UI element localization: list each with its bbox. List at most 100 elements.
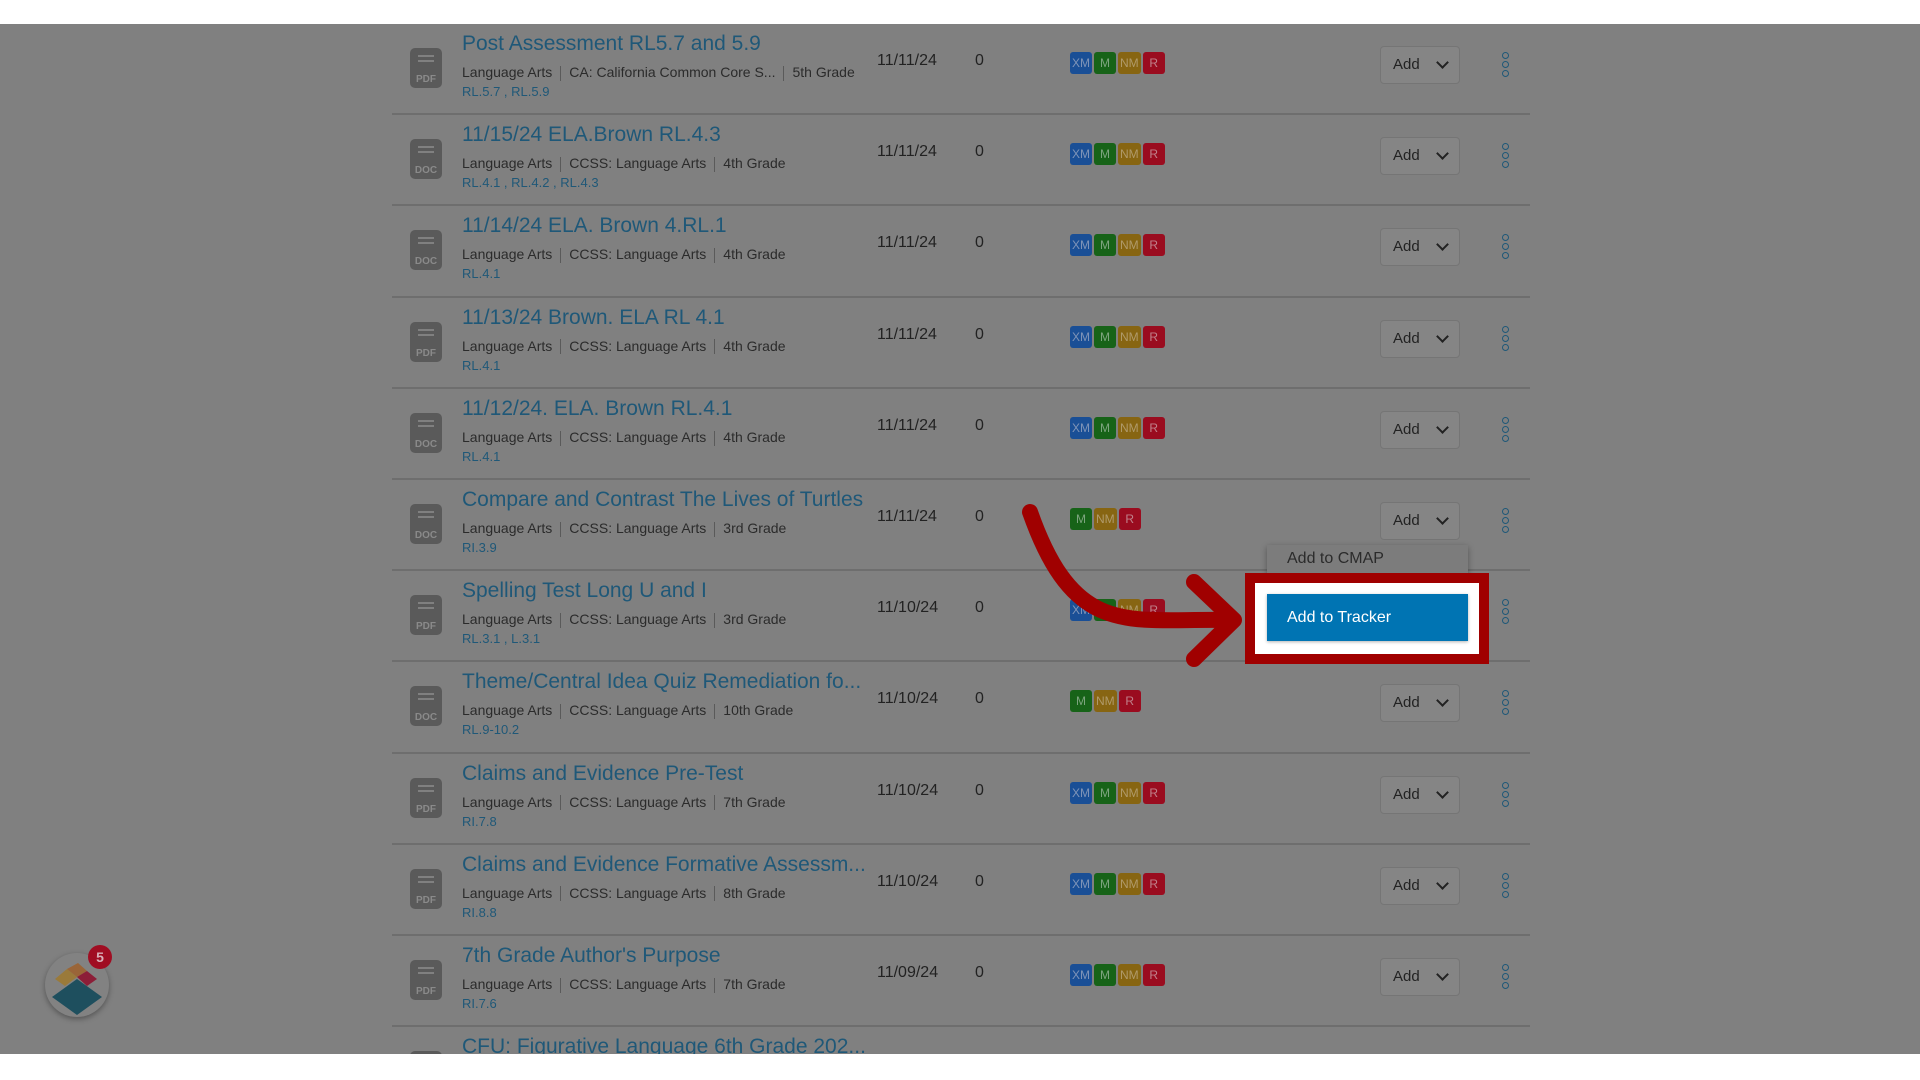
- table-row: PDF Claims and Evidence Pre-Test Language …: [392, 754, 1530, 845]
- date: 11/09/24: [877, 963, 939, 981]
- add-dropdown-button[interactable]: Add: [1380, 319, 1460, 358]
- assessment-title-link[interactable]: CFU: Figurative Language 6th Grade 202..…: [462, 1035, 866, 1054]
- table-row: PDF Post Assessment RL5.7 and 5.9 Language…: [392, 24, 1530, 116]
- notification-badge: 5: [88, 945, 112, 969]
- doc-file-icon: DOC: [410, 686, 442, 727]
- framework: CCSS: Language Arts: [569, 337, 707, 354]
- standards-links[interactable]: RL.5.7 , RL.5.9: [462, 84, 549, 99]
- assessment-title-link[interactable]: Spelling Test Long U and I: [462, 579, 707, 603]
- more-options-icon[interactable]: [1500, 52, 1510, 78]
- assessment-title-link[interactable]: Theme/Central Idea Quiz Remediation fo..…: [462, 670, 861, 694]
- more-options-icon[interactable]: [1500, 234, 1510, 260]
- standards-links[interactable]: RL.4.1: [462, 449, 500, 464]
- add-dropdown-button[interactable]: Add: [1380, 137, 1460, 176]
- add-dropdown-button[interactable]: Add: [1380, 957, 1460, 996]
- count: 0: [975, 599, 984, 617]
- table-row: PDF 7th Grade Author's Purpose Language Ar…: [392, 936, 1530, 1028]
- badge-xm: XM: [1070, 781, 1092, 804]
- assessment-list: PDF Post Assessment RL5.7 and 5.9 Language…: [392, 24, 1530, 1054]
- add-label: Add: [1393, 238, 1420, 256]
- add-dropdown-button[interactable]: Add: [1380, 866, 1460, 905]
- assessment-meta: Language Arts CCSS: Language Arts 8th Grad…: [462, 885, 786, 902]
- pdf-file-icon: PDF: [410, 868, 442, 909]
- assessment-title-link[interactable]: Claims and Evidence Formative Assessm...: [462, 853, 866, 877]
- mastery-badges: XM M NM R: [1070, 599, 1165, 622]
- framework: CCSS: Language Arts: [569, 975, 707, 992]
- assessment-title-link[interactable]: 11/12/24. ELA. Brown RL.4.1: [462, 397, 732, 421]
- count: 0: [975, 52, 984, 69]
- assessment-title-link[interactable]: 11/13/24 Brown. ELA RL 4.1: [462, 306, 725, 330]
- menu-item-add-to-tracker[interactable]: Add to Tracker: [1267, 594, 1468, 641]
- add-dropdown-button[interactable]: Add: [1380, 46, 1460, 84]
- add-label: Add: [1393, 694, 1420, 712]
- add-dropdown-button[interactable]: Add: [1380, 775, 1460, 814]
- badge-nm: NM: [1094, 690, 1117, 713]
- grade: 3rd Grade: [723, 611, 787, 628]
- badge-xm: XM: [1070, 143, 1092, 166]
- subject: Language Arts: [462, 337, 553, 354]
- add-label: Add: [1393, 511, 1420, 529]
- more-options-icon[interactable]: [1500, 416, 1510, 443]
- mastery-badges: XM M NM R: [1070, 52, 1165, 74]
- app-launcher-button[interactable]: 5: [45, 945, 112, 1017]
- more-options-icon[interactable]: [1500, 781, 1510, 808]
- add-dropdown-button[interactable]: Add: [1380, 410, 1460, 449]
- add-label: Add: [1393, 147, 1420, 165]
- grade: 4th Grade: [723, 337, 786, 354]
- pdf-file-icon: PDF: [410, 1051, 442, 1054]
- table-row: PDF Claims and Evidence Formative Assessm…: [392, 845, 1530, 936]
- subject: Language Arts: [462, 246, 553, 263]
- badge-r: R: [1142, 143, 1165, 166]
- standards-links[interactable]: RI.7.8: [462, 814, 497, 829]
- mastery-badges: XM M NM R: [1070, 781, 1165, 804]
- assessment-title-link[interactable]: 11/15/24 ELA.Brown RL.4.3: [462, 123, 721, 147]
- chevron-down-icon: [1436, 785, 1449, 799]
- mastery-badges: XM M NM R: [1070, 234, 1165, 257]
- assessment-title-link[interactable]: 7th Grade Author's Purpose: [462, 944, 721, 968]
- pdf-file-icon: PDF: [410, 777, 442, 818]
- badge-m: M: [1094, 416, 1116, 439]
- more-options-icon[interactable]: [1500, 143, 1510, 169]
- more-options-icon[interactable]: [1500, 690, 1510, 716]
- standards-links[interactable]: RL.4.1 , RL.4.2 , RL.4.3: [462, 175, 599, 190]
- subject: Language Arts: [462, 64, 553, 80]
- standards-links[interactable]: RI.7.6: [462, 996, 497, 1011]
- standards-links[interactable]: RL.3.1 , L.3.1: [462, 631, 540, 646]
- pdf-file-icon: PDF: [410, 595, 442, 636]
- add-dropdown-button[interactable]: Add: [1380, 684, 1460, 723]
- chevron-down-icon: [1436, 968, 1449, 981]
- badge-nm: NM: [1118, 416, 1141, 439]
- badge-r: R: [1142, 416, 1165, 439]
- assessment-title-link[interactable]: 11/14/24 ELA. Brown 4.RL.1: [462, 214, 727, 238]
- add-dropdown-button[interactable]: Add: [1380, 228, 1460, 267]
- add-label: Add: [1393, 785, 1420, 803]
- chevron-down-icon: [1436, 238, 1449, 252]
- menu-item-add-to-cmap[interactable]: Add to CMAP: [1287, 550, 1384, 568]
- standards-links[interactable]: RI.3.9: [462, 540, 497, 555]
- more-options-icon[interactable]: [1500, 872, 1510, 899]
- grade: 8th Grade: [723, 884, 786, 901]
- assessment-title-link[interactable]: Claims and Evidence Pre-Test: [462, 762, 743, 786]
- standards-links[interactable]: RI.8.8: [462, 905, 497, 920]
- more-options-icon[interactable]: [1500, 599, 1510, 625]
- badge-m: M: [1094, 143, 1116, 166]
- assessment-title-link[interactable]: Compare and Contrast The Lives of Turtle…: [462, 488, 863, 512]
- more-options-icon[interactable]: [1500, 325, 1510, 352]
- count: 0: [975, 234, 984, 252]
- table-row: DOC 11/15/24 ELA.Brown RL.4.3 Language Art…: [392, 115, 1530, 207]
- standards-links[interactable]: RL.9-10.2: [462, 722, 519, 737]
- doc-file-icon: DOC: [410, 139, 442, 180]
- assessment-meta: Language Arts CCSS: Language Arts 3rd Grad…: [462, 520, 786, 537]
- standards-links[interactable]: RL.4.1: [462, 266, 500, 281]
- add-dropdown-button[interactable]: Add: [1380, 501, 1460, 540]
- count: 0: [975, 872, 984, 890]
- date: 11/11/24: [877, 507, 937, 525]
- mastery-badges: M NM R: [1070, 690, 1141, 713]
- more-options-icon[interactable]: [1500, 963, 1510, 990]
- standards-links[interactable]: RL.4.1: [462, 358, 500, 373]
- grade: 4th Grade: [723, 428, 786, 445]
- assessment-title-link[interactable]: Post Assessment RL5.7 and 5.9: [462, 32, 761, 56]
- badge-r: R: [1142, 325, 1165, 348]
- framework: CCSS: Language Arts: [569, 793, 707, 810]
- more-options-icon[interactable]: [1500, 507, 1510, 534]
